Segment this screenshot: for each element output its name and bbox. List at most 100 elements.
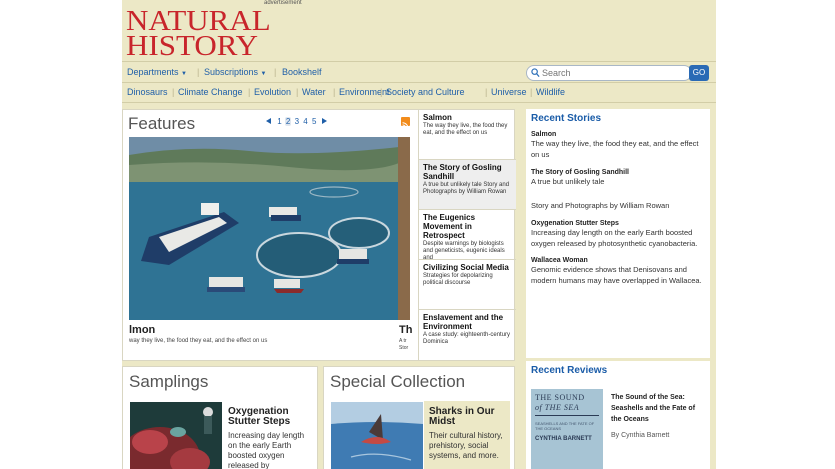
feature-item-title: Civilizing Social Media bbox=[423, 263, 509, 272]
recent-story-desc: Story and Photographs by William Rowan bbox=[531, 201, 670, 210]
nav-departments[interactable]: Departments ▼ bbox=[127, 67, 187, 77]
search-icon bbox=[531, 68, 540, 78]
samplings-desc: Increasing day length on the early Earth… bbox=[228, 431, 305, 469]
features-list-item[interactable]: Civilizing Social Media Strategies for d… bbox=[419, 260, 516, 310]
features-list-item[interactable]: The Story of Gosling Sandhill A true but… bbox=[419, 160, 516, 210]
pager-page-4[interactable]: 4 bbox=[302, 117, 308, 126]
book-cover-rule bbox=[535, 415, 599, 416]
topic-link-2[interactable]: Evolution bbox=[254, 87, 291, 97]
features-title: Features bbox=[128, 114, 196, 133]
chevron-down-icon: ▼ bbox=[181, 71, 187, 77]
pager-page-3[interactable]: 3 bbox=[294, 117, 300, 126]
topic-separator: | bbox=[296, 87, 299, 97]
slide-caption-title[interactable]: lmon bbox=[129, 324, 155, 336]
book-cover-title: THE SOUND bbox=[535, 393, 585, 402]
topic-link-3[interactable]: Water bbox=[302, 87, 326, 97]
recent-story[interactable]: Salmon The way they live, the food they … bbox=[531, 131, 705, 160]
nav-bookshelf[interactable]: Bookshelf bbox=[282, 67, 322, 77]
topic-separator: | bbox=[248, 87, 251, 97]
peek-caption-title: Th bbox=[399, 324, 413, 336]
feature-slide-image[interactable] bbox=[129, 137, 399, 320]
pager-page-2[interactable]: 2 bbox=[284, 117, 292, 126]
feature-item-title: Enslavement and the Environment bbox=[423, 313, 504, 331]
recent-stories: Recent Stories Salmon The way they live,… bbox=[526, 109, 710, 358]
recent-story-title[interactable]: Salmon bbox=[531, 131, 705, 138]
features-list-item[interactable]: Enslavement and the Environment A case s… bbox=[419, 310, 516, 360]
recent-story-title[interactable]: Oxygenation Stutter Steps bbox=[531, 220, 705, 227]
recent-story-title[interactable]: Wallacea Woman bbox=[531, 257, 705, 264]
topic-link-0[interactable]: Dinosaurs bbox=[127, 87, 168, 97]
search-input[interactable] bbox=[542, 67, 682, 79]
site-logo[interactable]: NATURAL HISTORY bbox=[126, 6, 271, 62]
topic-link-5[interactable]: Society and Culture bbox=[386, 87, 465, 97]
book-cover-image[interactable]: THE SOUND of THE SEA SEASHELLS AND THE F… bbox=[531, 389, 603, 469]
feature-item-desc: Despite warnings by biologists and genet… bbox=[423, 241, 505, 260]
right-column: Recent Stories Salmon The way they live,… bbox=[522, 104, 716, 469]
topic-separator: | bbox=[172, 87, 175, 97]
topic-link-7[interactable]: Wildlife bbox=[536, 87, 565, 97]
site-container: advertisement NATURAL HISTORY Department… bbox=[122, 0, 716, 469]
topic-link-6[interactable]: Universe bbox=[491, 87, 527, 97]
features-list-item[interactable]: The Eugenics Movement in Retrospect Desp… bbox=[419, 210, 516, 260]
samplings-panel: Samplings Oxygenation Stutter Steps Incr… bbox=[122, 366, 318, 469]
samplings-headline[interactable]: Oxygenation Stutter Steps bbox=[228, 407, 313, 427]
book-cover-author: CYNTHIA BARNETT bbox=[535, 436, 592, 442]
topic-separator: | bbox=[333, 87, 336, 97]
pager-page-5[interactable]: 5 bbox=[311, 117, 317, 126]
rss-icon[interactable] bbox=[401, 117, 410, 129]
special-collection-image[interactable] bbox=[331, 402, 423, 469]
recent-story-desc: Genomic evidence shows that Denisovans a… bbox=[531, 265, 702, 285]
next-slide-peek[interactable] bbox=[398, 137, 410, 320]
topic-link-1[interactable]: Climate Change bbox=[178, 87, 243, 97]
features-list: Salmon The way they live, the food they … bbox=[418, 110, 516, 360]
samplings-title: Samplings bbox=[129, 372, 209, 391]
special-collection-desc: Their cultural history, prehistory, soci… bbox=[429, 431, 503, 460]
search-box bbox=[526, 65, 692, 81]
slide-caption-desc: way they live, the food they eat, and th… bbox=[129, 338, 268, 344]
recent-story-desc: Increasing day length on the early Earth… bbox=[531, 228, 698, 248]
recent-reviews: Recent Reviews THE SOUND of THE SEA SEAS… bbox=[526, 361, 710, 469]
recent-story[interactable]: The Story of Gosling Sandhill A true but… bbox=[531, 169, 705, 187]
pager-next-icon[interactable] bbox=[321, 118, 327, 124]
primary-nav: Departments ▼ | Subscriptions ▼ | Booksh… bbox=[122, 61, 716, 83]
recent-stories-heading: Recent Stories bbox=[531, 113, 602, 124]
feature-item-desc: Strategies for depolarizing political di… bbox=[423, 273, 493, 286]
feature-item-desc: The way they live, the food they eat, an… bbox=[423, 123, 508, 136]
feature-item-title: Salmon bbox=[423, 113, 452, 122]
book-cover-tagline: SEASHELLS AND THE FATE OF THE OCEANS bbox=[535, 421, 595, 431]
special-collection-title: Special Collection bbox=[330, 372, 466, 391]
nav-subscriptions-label: Subscriptions bbox=[204, 67, 259, 77]
chevron-down-icon: ▼ bbox=[260, 71, 267, 77]
topic-separator: | bbox=[530, 87, 533, 97]
review-title[interactable]: The Sound of the Sea: Seashells and the … bbox=[611, 392, 706, 425]
search-go-button[interactable]: GO bbox=[689, 65, 709, 81]
feature-item-desc: A true but unlikely tale Story and Photo… bbox=[423, 182, 510, 195]
nav-separator: | bbox=[274, 67, 277, 77]
recent-story[interactable]: Oxygenation Stutter Steps Increasing day… bbox=[531, 220, 705, 249]
topic-nav: Dinosaurs | Climate Change | Evolution | Water… bbox=[122, 83, 716, 103]
topic-separator: | bbox=[380, 87, 383, 97]
feature-item-desc: A case study: eighteenth-century Dominic… bbox=[423, 332, 511, 345]
nav-separator: | bbox=[197, 67, 200, 77]
book-cover-subtitle: of THE SEA bbox=[535, 403, 580, 412]
recent-story: Story and Photographs by William Rowan bbox=[531, 200, 705, 211]
pager-prev-icon[interactable] bbox=[266, 118, 271, 124]
pager-page-1[interactable]: 1 bbox=[276, 117, 282, 126]
features-panel: Features 1 2 3 4 5 lmon way they live, t… bbox=[122, 109, 516, 361]
recent-story[interactable]: Wallacea Woman Genomic evidence shows th… bbox=[531, 257, 705, 286]
recent-story-title[interactable]: The Story of Gosling Sandhill bbox=[531, 169, 705, 176]
feature-item-title: The Eugenics Movement in Retrospect bbox=[423, 213, 476, 240]
special-collection-panel: Special Collection Sharks in Our Midst T… bbox=[323, 366, 515, 469]
logo-line2: HISTORY bbox=[126, 29, 259, 62]
review-author: By Cynthia Barnett bbox=[611, 432, 670, 439]
features-pager: 1 2 3 4 5 bbox=[266, 117, 327, 126]
peek-caption-desc: A tr Stor bbox=[399, 338, 409, 351]
nav-subscriptions[interactable]: Subscriptions ▼ bbox=[204, 67, 267, 77]
features-list-item[interactable]: Salmon The way they live, the food they … bbox=[419, 110, 516, 160]
special-collection-headline[interactable]: Sharks in Our Midst bbox=[429, 407, 514, 427]
nav-departments-label: Departments bbox=[127, 67, 179, 77]
recent-reviews-heading: Recent Reviews bbox=[531, 365, 608, 376]
recent-story-desc: The way they live, the food they eat, an… bbox=[531, 139, 699, 159]
samplings-image[interactable] bbox=[130, 402, 222, 469]
recent-story-desc: A true but unlikely tale bbox=[531, 177, 605, 186]
